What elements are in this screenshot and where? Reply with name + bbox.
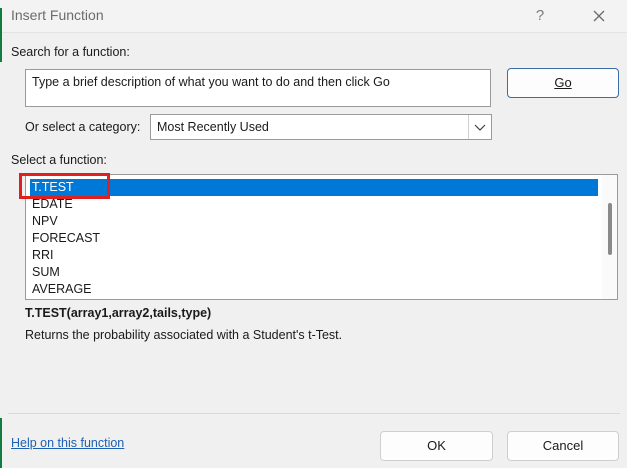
background-edge [0,418,2,468]
list-item[interactable]: FORECAST [30,230,598,247]
search-label: Search for a function: [11,45,130,59]
divider [8,413,620,414]
function-list-label: Select a function: [11,153,107,167]
background-edge [0,8,2,62]
selection-highlight-box [19,173,110,199]
scrollbar[interactable] [602,175,617,299]
search-label-text: Search for a function: [11,45,130,59]
list-item[interactable]: EDATE [30,196,598,213]
ok-button[interactable]: OK [380,431,493,461]
go-button[interactable]: Go [507,68,619,98]
category-selected-value: Most Recently Used [157,120,269,134]
cancel-button[interactable]: Cancel [507,431,619,461]
dialog-title: Insert Function [11,7,104,23]
close-icon[interactable] [588,5,610,27]
help-icon[interactable]: ? [530,6,550,26]
function-description: Returns the probability associated with … [25,328,343,342]
function-syntax: T.TEST(array1,array2,tails,type) [25,306,212,320]
category-select[interactable]: Most Recently Used [150,114,492,140]
list-item[interactable]: NPV [30,213,598,230]
category-label: Or select a category: [25,120,141,134]
go-button-label: Go [554,75,572,90]
list-item[interactable]: SUM [30,264,598,281]
list-item[interactable]: T.TEST [30,179,598,196]
chevron-down-icon[interactable] [468,115,491,139]
function-list[interactable]: T.TEST EDATE NPV FORECAST RRI SUM AVERAG… [25,174,618,300]
list-item[interactable]: AVERAGE [30,281,598,298]
list-item[interactable]: RRI [30,247,598,264]
help-link[interactable]: Help on this function [11,436,124,450]
scrollbar-thumb[interactable] [608,203,612,255]
search-input[interactable]: Type a brief description of what you wan… [25,69,491,107]
